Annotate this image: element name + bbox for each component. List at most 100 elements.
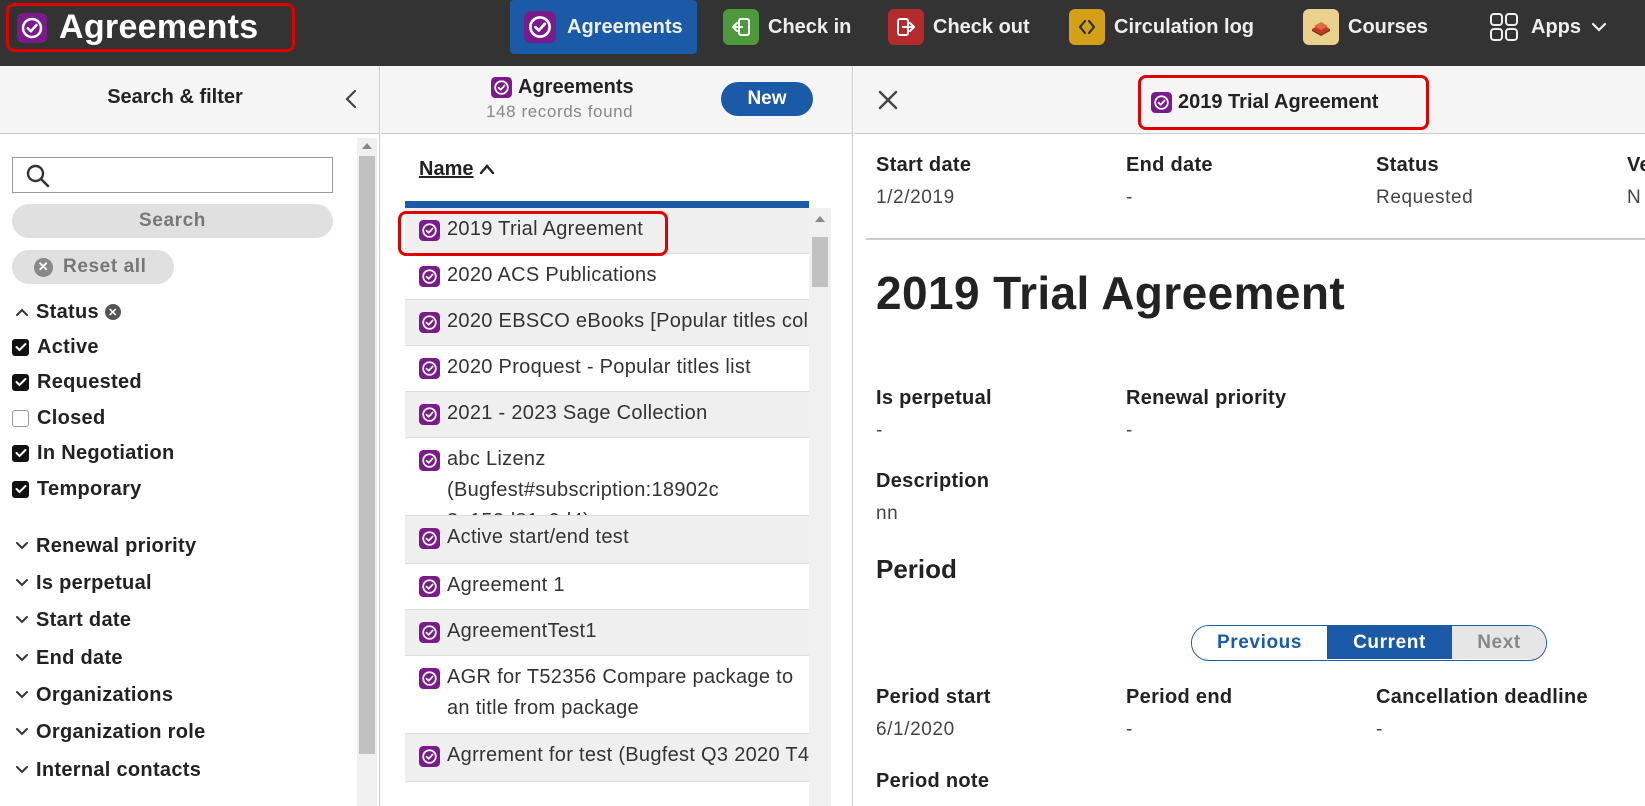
app-title[interactable]: Agreements	[6, 3, 295, 52]
list-row[interactable]: AgreementTest1	[405, 610, 809, 656]
list-scrollbar[interactable]	[809, 208, 831, 806]
agreements-logo-icon	[1151, 92, 1172, 113]
agreement-icon	[419, 622, 440, 643]
agreements-logo-icon	[17, 13, 47, 43]
nav-check-in-label: Check in	[768, 15, 852, 38]
previous-period-button[interactable]: Previous	[1192, 626, 1327, 659]
filter-scrollbar[interactable]	[357, 138, 377, 806]
filter-group-is-perpetual[interactable]: Is perpetual	[12, 569, 152, 597]
row-name: 2021 - 2023 Sage Collection	[447, 402, 708, 424]
agreement-icon	[419, 576, 440, 597]
reset-all-button[interactable]: ✕ Reset all	[12, 250, 174, 284]
status-option-requested[interactable]: Requested	[12, 368, 142, 396]
status-option-in-negotiation[interactable]: In Negotiation	[12, 439, 175, 467]
list-row[interactable]: Active start/end test	[405, 516, 809, 564]
filter-pane-header: Search & filter	[0, 66, 379, 134]
checkbox-checked[interactable]	[12, 444, 29, 462]
description-label: Description	[876, 470, 990, 492]
row-name: abc Lizenz (Bugfest#subscription:18902c …	[447, 448, 719, 515]
list-row[interactable]: Agreement 1	[405, 564, 809, 610]
checkbox-checked[interactable]	[12, 338, 29, 356]
checkbox-checked[interactable]	[12, 480, 29, 498]
search-button[interactable]: Search	[12, 204, 333, 238]
column-header-name[interactable]: Name	[419, 158, 495, 181]
clear-status-icon[interactable]: ✕	[104, 304, 121, 320]
nav-check-in[interactable]: Check in	[723, 0, 851, 54]
status-value: Requested	[1376, 187, 1474, 208]
nav-check-out[interactable]: Check out	[888, 0, 1030, 54]
scrollbar-thumb[interactable]	[359, 156, 375, 754]
status-option-closed[interactable]: Closed	[12, 404, 105, 432]
agreement-icon	[419, 668, 440, 689]
next-period-button[interactable]: Next	[1452, 626, 1546, 659]
renewal-priority-value: -	[1126, 420, 1133, 441]
filter-group-start-date[interactable]: Start date	[12, 606, 131, 634]
scroll-up-arrow-icon[interactable]	[362, 143, 372, 149]
close-icon	[878, 90, 898, 110]
new-agreement-button[interactable]: New	[721, 82, 813, 116]
reset-all-label: Reset all	[63, 256, 147, 277]
status-option-temporary[interactable]: Temporary	[12, 475, 142, 503]
filter-group-organizations[interactable]: Organizations	[12, 681, 173, 709]
period-navigation: Previous Current Next	[1191, 625, 1547, 661]
filter-group-label: Organizations	[36, 683, 174, 706]
row-name: 2020 Proquest - Popular titles list	[447, 356, 751, 378]
summary-divider	[866, 238, 1645, 240]
filter-group-label: Is perpetual	[36, 571, 152, 594]
detail-pane-title-text: 2019 Trial Agreement	[1178, 91, 1379, 113]
nav-courses[interactable]: Courses	[1303, 0, 1428, 54]
filter-group-organization-role[interactable]: Organization role	[12, 718, 206, 746]
start-date-label: Start date	[876, 154, 972, 176]
chevron-down-icon	[12, 578, 32, 588]
filter-group-renewal-priority[interactable]: Renewal priority	[12, 532, 196, 560]
filter-group-end-date[interactable]: End date	[12, 644, 123, 672]
is-perpetual-value: -	[876, 420, 883, 441]
current-period-button[interactable]: Current	[1327, 626, 1452, 659]
agreement-icon	[419, 746, 440, 767]
list-pane-title: Agreements	[491, 76, 634, 99]
filter-group-label: End date	[36, 646, 123, 669]
row-name: AgreementTest1	[447, 620, 597, 642]
list-row[interactable]: 2020 EBSCO eBooks [Popular titles colle	[405, 300, 809, 346]
description-value: nn	[876, 503, 899, 524]
filter-pane-title: Search & filter	[107, 86, 243, 108]
nav-apps-label: Apps	[1531, 15, 1581, 38]
checkbox-unchecked[interactable]	[12, 409, 29, 427]
row-name: Agreement 1	[447, 574, 565, 596]
list-row[interactable]: Agrrement for test (Bugfest Q3 2020 T42	[405, 734, 809, 782]
nav-apps[interactable]: Apps	[1486, 0, 1607, 54]
nav-check-out-label: Check out	[933, 15, 1030, 38]
agreement-name-heading: 2019 Trial Agreement	[876, 267, 1346, 319]
nav-agreements[interactable]: Agreements	[510, 0, 697, 54]
cancellation-deadline-value: -	[1376, 719, 1383, 740]
list-row[interactable]: 2021 - 2023 Sage Collection	[405, 392, 809, 438]
agreement-icon	[419, 528, 440, 549]
close-detail-button[interactable]	[874, 86, 902, 114]
list-row[interactable]: 2020 Proquest - Popular titles list	[405, 346, 809, 392]
search-field[interactable]	[12, 157, 333, 193]
end-date-label: End date	[1126, 154, 1213, 176]
column-header-rule	[405, 201, 809, 208]
detail-pane-title: 2019 Trial Agreement	[1138, 75, 1429, 130]
list-row[interactable]: abc Lizenz (Bugfest#subscription:18902c …	[405, 438, 809, 516]
checkbox-checked[interactable]	[12, 373, 29, 391]
search-input[interactable]	[57, 160, 327, 190]
row-name: Agrrement for test (Bugfest Q3 2020 T42	[447, 744, 809, 766]
list-row[interactable]: AGR for T52356 Compare package to an tit…	[405, 656, 809, 734]
collapse-filter-button[interactable]	[336, 82, 366, 116]
list-row[interactable]: 2019 Trial Agreement	[405, 208, 809, 254]
filter-group-internal-contacts[interactable]: Internal contacts	[12, 756, 201, 784]
list-row[interactable]	[405, 782, 809, 806]
agreement-detail-pane: 2019 Trial Agreement Start date 1/2/2019…	[854, 66, 1645, 806]
status-option-active[interactable]: Active	[12, 333, 99, 361]
status-option-label: In Negotiation	[37, 441, 175, 464]
list-row[interactable]: 2020 ACS Publications	[405, 254, 809, 300]
scroll-up-arrow-icon[interactable]	[815, 216, 825, 222]
agreement-icon	[419, 404, 440, 425]
scrollbar-thumb[interactable]	[812, 237, 828, 287]
nav-circulation-log[interactable]: Circulation log	[1069, 0, 1254, 54]
list-pane-title-text: Agreements	[518, 76, 634, 98]
filter-group-status[interactable]: Status ✕	[12, 298, 121, 326]
sort-ascending-icon	[479, 158, 495, 181]
circulation-log-icon	[1069, 9, 1105, 45]
